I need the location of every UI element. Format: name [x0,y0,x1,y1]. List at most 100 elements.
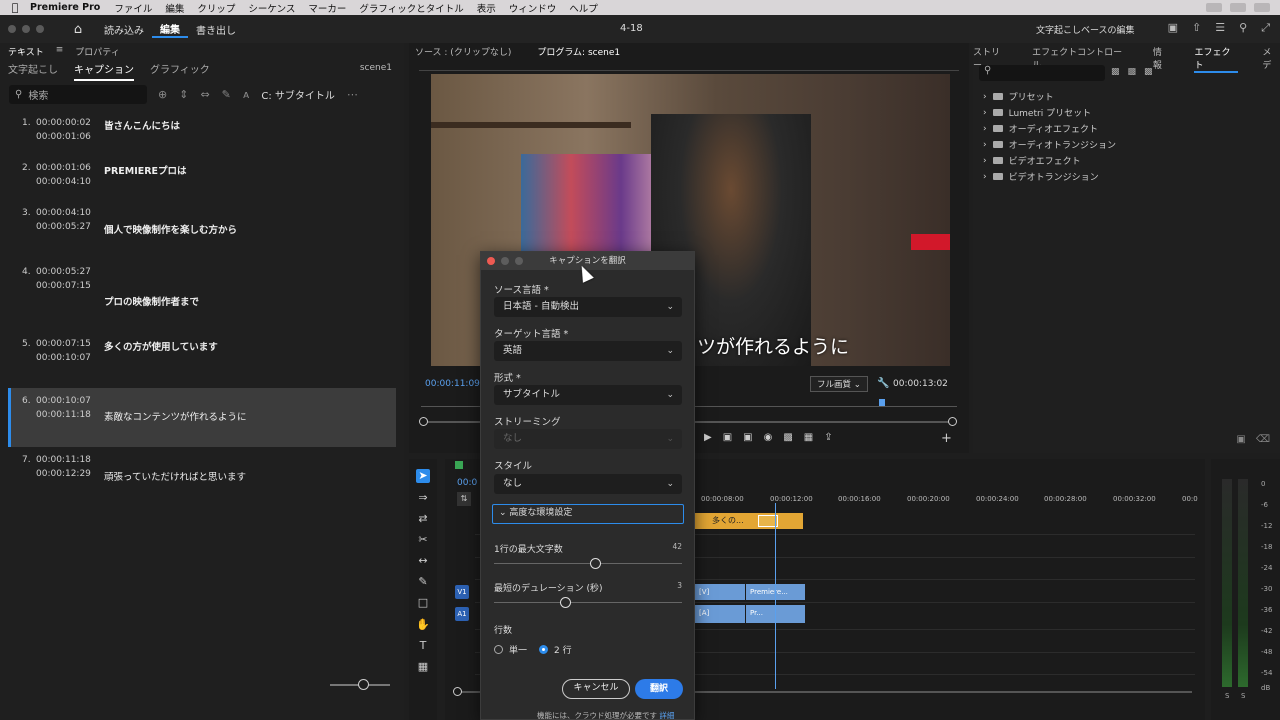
share-icon[interactable]: ⇧ [1192,21,1201,35]
translate-button[interactable]: 翻訳 [635,679,683,699]
home-icon[interactable]: ⌂ [60,22,96,37]
menu-sequence[interactable]: シーケンス [248,1,295,15]
scroll-handle-left[interactable] [419,417,428,426]
target-language-select[interactable]: 英語 ⌄ [494,341,682,361]
meter-solo-left[interactable]: S [1225,692,1229,700]
menu-file[interactable]: ファイル [114,1,152,15]
menu-help[interactable]: ヘルプ [569,1,598,15]
apple-icon[interactable]:  [0,1,30,14]
min-duration-slider[interactable] [494,597,682,608]
workspace-name[interactable]: 文字起こしベースの編集 [1036,23,1135,36]
track-select-tool-icon[interactable]: ⇒ [416,491,430,505]
tab-effects[interactable]: エフェクト [1194,45,1239,73]
caption-text[interactable]: 個人で映像制作を楽しむ方から [104,222,237,236]
tab-media[interactable]: メデ [1262,45,1280,73]
zoom-slider-handle[interactable] [358,679,369,690]
effects-item-video-effects[interactable]: › ビデオエフェクト [983,154,1081,168]
app-name-menu[interactable]: Premiere Pro [30,2,100,13]
yuv-filter-icon[interactable]: ▩ [1144,67,1153,77]
multicam-icon[interactable]: ▦ [804,432,813,443]
caption-search-input[interactable]: ⚲ 検索 [9,85,147,104]
caption-clip[interactable]: 多くの... [695,513,803,529]
nav-export[interactable]: 書き出し [188,22,244,37]
close-window-button[interactable] [8,25,16,33]
32bit-filter-icon[interactable]: ▩ [1128,67,1137,77]
hand-tool-icon[interactable]: ✋ [416,618,430,632]
accelerated-filter-icon[interactable]: ▩ [1111,67,1120,77]
trash-icon[interactable]: ⌫ [1256,434,1270,445]
effects-item-presets[interactable]: › プリセット [983,90,1054,104]
menu-edit[interactable]: 編集 [165,1,184,15]
slip-tool-icon[interactable]: ↔ [416,554,430,568]
tab-program[interactable]: プログラム: scene1 [537,45,620,58]
menu-marker[interactable]: マーカー [308,1,346,15]
learn-more-link[interactable]: 詳細 [659,711,674,720]
panel-icon[interactable]: ▣ [1168,21,1178,35]
track-target-a1[interactable]: A1 [455,607,469,621]
menu-window[interactable]: ウィンドウ [509,1,557,15]
tab-transcript[interactable]: 文字起こし [8,61,58,81]
split-caption-icon[interactable]: ⇕ [179,88,188,101]
line-count-double-radio[interactable]: 2 行 [539,643,572,656]
cancel-button[interactable]: キャンセル [562,679,630,699]
menu-view[interactable]: 表示 [477,1,496,15]
export-frame-icon[interactable]: ⇪ [824,432,832,443]
line-count-single-radio[interactable]: 単一 [494,643,527,656]
tab-properties[interactable]: プロパティ [75,45,119,58]
ripple-edit-tool-icon[interactable]: ⇄ [416,512,430,526]
tab-captions[interactable]: キャプション [74,61,134,81]
tab-text[interactable]: テキスト [8,45,44,58]
wrench-icon[interactable]: 🔧 [877,378,889,389]
search-icon[interactable]: ⚲ [1239,21,1247,35]
comparison-icon[interactable]: ▩ [783,432,792,443]
lift-icon[interactable]: ▣ [723,432,732,443]
text-format-icon[interactable]: ᴀ [243,88,250,101]
new-bin-icon[interactable]: ▣ [1236,434,1245,445]
nav-edit[interactable]: 編集 [152,21,188,38]
playback-quality-select[interactable]: フル画質 ⌄ [810,376,868,392]
menu-icon[interactable]: ☰ [1215,21,1225,35]
effects-item-audio-transitions[interactable]: › オーディオトランジション [983,138,1116,152]
merge-caption-icon[interactable]: ⇔ [200,88,209,101]
caption-row[interactable]: 2. 00:00:01:06 00:00:04:10 PREMIEREプロは [8,163,396,193]
effects-search-input[interactable]: ⚲ [979,65,1105,81]
max-chars-slider[interactable] [494,558,682,569]
advanced-settings-toggle[interactable]: ⌄ 高度な環境設定 [492,504,684,524]
panel-menu-icon[interactable]: ≡ [56,45,64,58]
fullscreen-icon[interactable]: ⤢ [1261,21,1270,35]
effects-item-lumetri[interactable]: › Lumetri プリセット [983,106,1091,120]
caption-row[interactable]: 4. 00:00:05:27 00:00:07:15 プロの映像制作者まで [8,267,396,308]
caption-row[interactable]: 5. 00:00:07:15 00:00:10:07 多くの方が使用しています [8,339,396,369]
type-tool-icon[interactable]: T [416,639,430,653]
track-target-v1[interactable]: V1 [455,585,469,599]
play-icon[interactable]: ▶ [704,432,712,443]
caption-text[interactable]: プロの映像制作者まで [104,294,199,308]
caption-text[interactable]: 皆さんこんにちは [104,118,180,132]
menu-clip[interactable]: クリップ [197,1,235,15]
tab-source[interactable]: ソース : (クリップなし) [415,45,511,58]
scroll-handle-right[interactable] [948,417,957,426]
pen-tool-icon[interactable]: ✎ [416,575,430,589]
style-select[interactable]: なし ⌄ [494,474,682,494]
extract-icon[interactable]: ▣ [743,432,752,443]
edit-pencil-icon[interactable]: ✎ [222,88,231,101]
caption-row[interactable]: 7. 00:00:11:18 00:00:12:29 頑張っていただければと思い… [8,455,396,485]
status-icon[interactable] [1230,3,1246,12]
effects-item-audio-effects[interactable]: › オーディオエフェクト [983,122,1098,136]
caption-tool-icon[interactable]: ▦ [416,660,430,674]
source-language-select[interactable]: 日本語 - 自動検出 ⌄ [494,297,682,317]
dialog-close-button[interactable] [487,257,495,265]
min-duration-slider-handle[interactable] [560,597,571,608]
add-caption-icon[interactable]: ⊕ [158,88,167,101]
caption-text[interactable]: 多くの方が使用しています [104,339,218,353]
caption-text[interactable]: PREMIEREプロは [104,163,187,177]
zoom-slider[interactable] [330,679,390,690]
caption-row-selected[interactable]: 6. 00:00:10:07 00:00:11:18 素敵なコンテンツが作れるよ… [8,388,396,447]
video-clip[interactable]: [V] [695,584,745,600]
nav-import[interactable]: 読み込み [96,22,152,37]
meter-solo-right[interactable]: S [1241,692,1245,700]
caption-text[interactable]: 頑張っていただければと思います [104,469,246,483]
caption-text[interactable]: 素敵なコンテンツが作れるように [104,409,247,423]
snap-icon[interactable]: ⇅ [457,492,471,506]
button-editor-plus-icon[interactable]: + [941,431,952,446]
